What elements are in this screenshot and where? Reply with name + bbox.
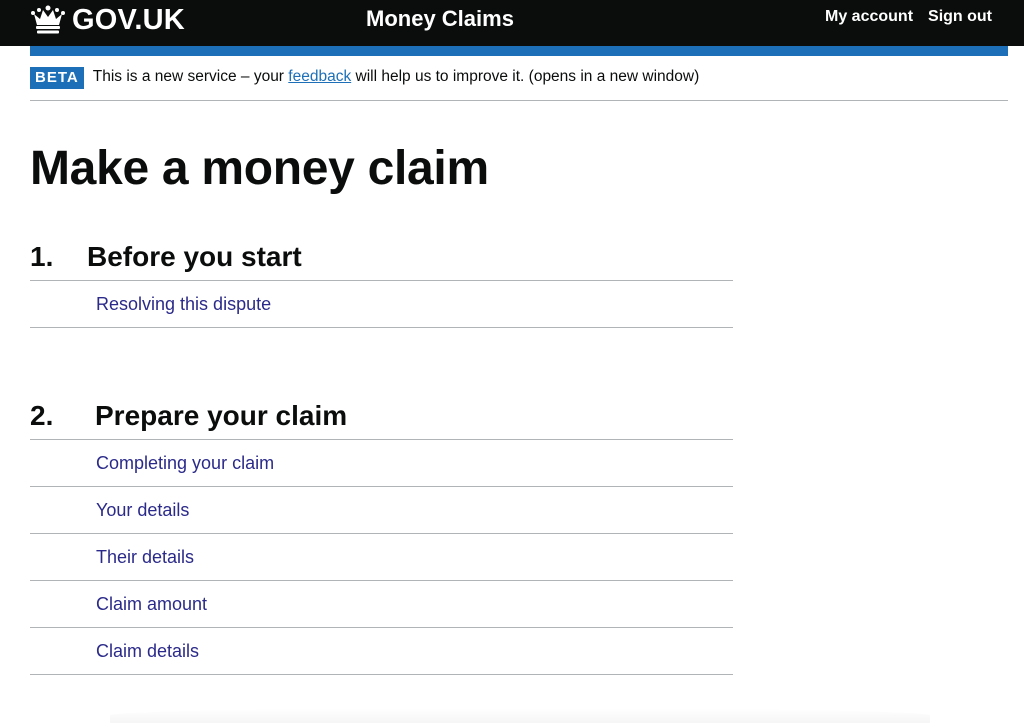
- global-header: GOV.UK Money Claims My account Sign out: [0, 0, 1024, 46]
- phase-banner-text: This is a new service – your feedback wi…: [93, 66, 700, 88]
- task-item: Their details: [30, 534, 733, 581]
- sign-out-link[interactable]: Sign out: [928, 6, 992, 28]
- section-heading: 2. Prepare your claim: [30, 393, 733, 440]
- header-navigation: My account Sign out: [825, 6, 992, 28]
- task-item: Claim amount: [30, 581, 733, 628]
- task-link-claim-details[interactable]: Claim details: [96, 641, 199, 661]
- banner-text-before: This is a new service – your: [92, 68, 289, 85]
- beta-tag: BETA: [30, 67, 84, 89]
- bottom-shadow: [110, 708, 930, 723]
- header-blue-bar: [30, 46, 1008, 56]
- task-item: Resolving this dispute: [30, 281, 733, 328]
- task-link-claim-amount[interactable]: Claim amount: [96, 594, 207, 614]
- section-number: 1.: [30, 241, 54, 272]
- govuk-logo-link[interactable]: GOV.UK: [30, 3, 185, 37]
- section-title: Before you start: [87, 241, 302, 272]
- section-title: Prepare your claim: [95, 400, 348, 431]
- task-link-resolving-this-dispute[interactable]: Resolving this dispute: [96, 294, 271, 314]
- my-account-link[interactable]: My account: [825, 6, 913, 28]
- task-section-prepare-your-claim: 2. Prepare your claim Completing your cl…: [30, 393, 733, 675]
- section-heading: 1. Before you start: [30, 234, 733, 281]
- crown-icon: [30, 4, 66, 36]
- task-item: Claim details: [30, 628, 733, 675]
- service-name[interactable]: Money Claims: [366, 5, 514, 33]
- task-section-before-you-start: 1. Before you start Resolving this dispu…: [30, 234, 733, 328]
- page-title: Make a money claim: [30, 142, 489, 195]
- task-item: Completing your claim: [30, 440, 733, 487]
- logo-text: GOV.UK: [72, 3, 185, 36]
- task-link-completing-your-claim[interactable]: Completing your claim: [96, 453, 274, 473]
- feedback-link[interactable]: feedback: [288, 68, 351, 85]
- task-item: Your details: [30, 487, 733, 534]
- section-number: 2.: [30, 400, 54, 431]
- task-link-your-details[interactable]: Your details: [96, 500, 189, 520]
- banner-text-after: will help us to improve it. (opens in a …: [351, 68, 700, 85]
- task-link-their-details[interactable]: Their details: [96, 547, 194, 567]
- phase-banner: BETA This is a new service – your feedba…: [30, 66, 1008, 101]
